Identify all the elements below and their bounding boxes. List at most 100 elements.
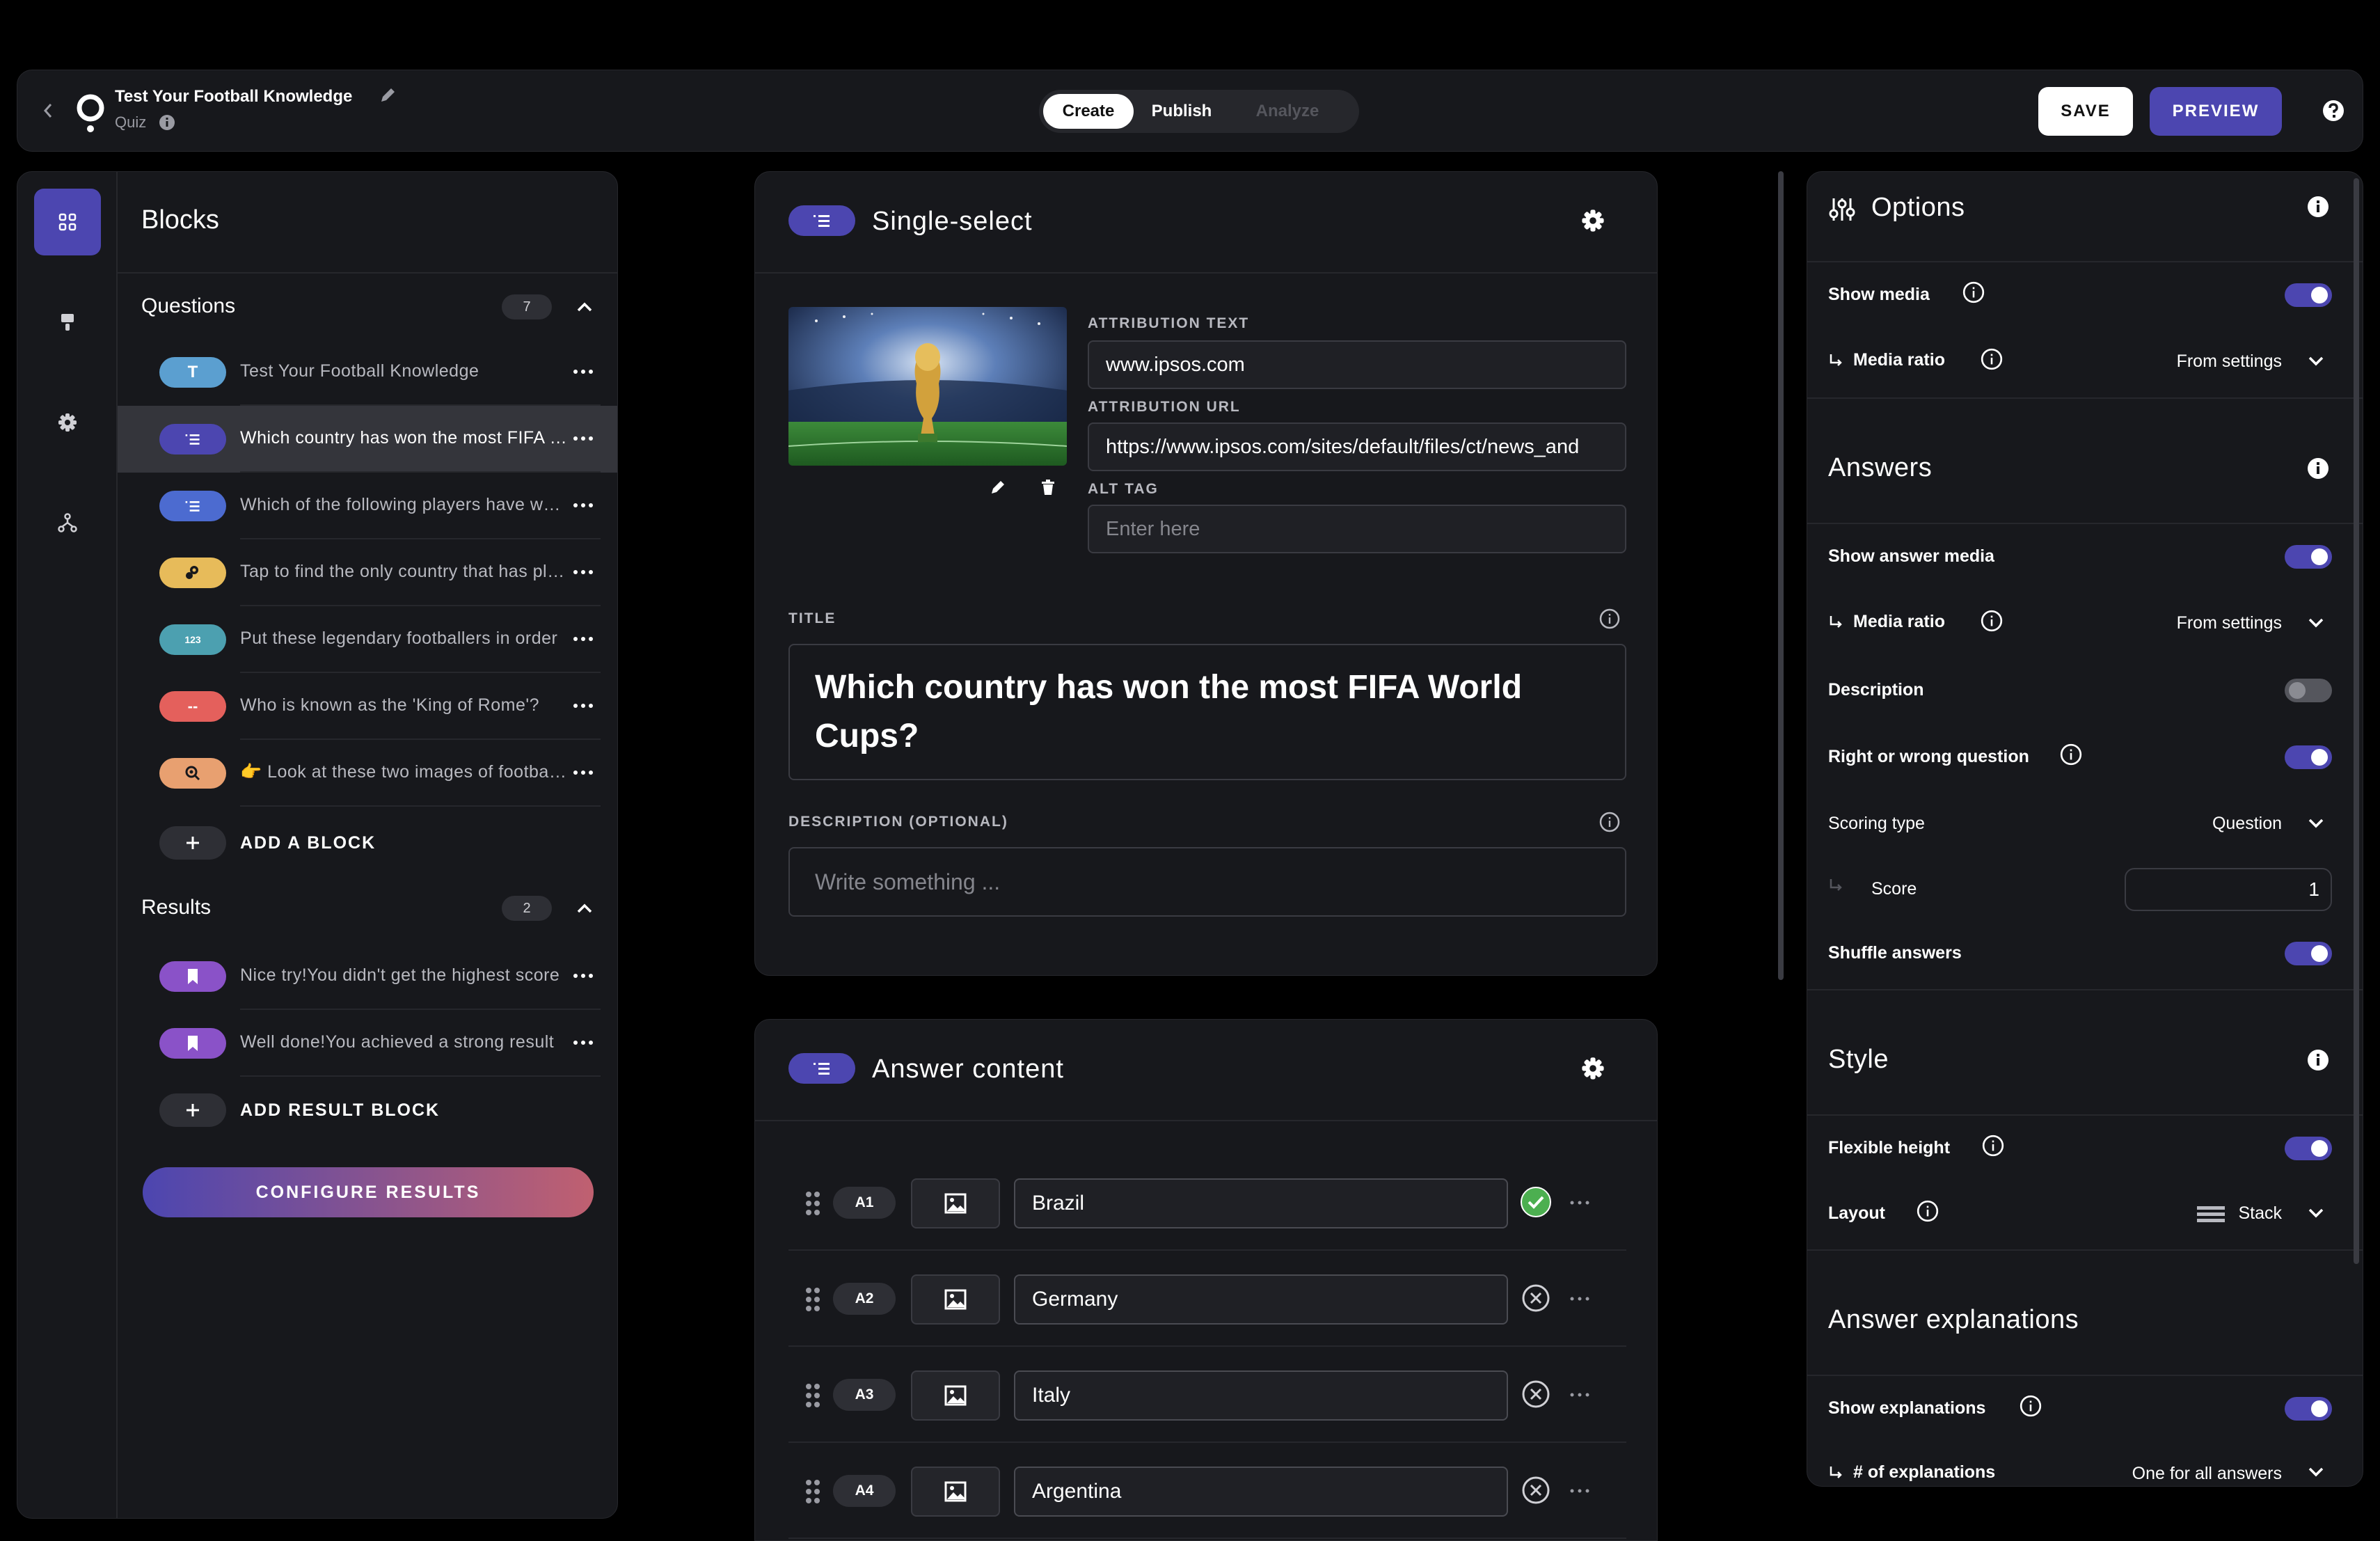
- delete-image-trash-icon[interactable]: [1039, 478, 1057, 500]
- preview-button[interactable]: PREVIEW: [2150, 87, 2282, 136]
- question-item[interactable]: 👉 Look at these two images of football s…: [118, 740, 617, 807]
- style-info-icon[interactable]: [2306, 1048, 2331, 1076]
- chevron-down-icon[interactable]: [2306, 1461, 2326, 1485]
- more-options-dots-icon[interactable]: [1568, 1479, 1592, 1506]
- design-brush-icon[interactable]: [34, 289, 101, 356]
- num-explanations-select[interactable]: One for all answers: [2132, 1464, 2282, 1484]
- more-options-dots-icon[interactable]: [571, 964, 595, 991]
- show-media-info-icon[interactable]: [1962, 280, 1985, 308]
- title-info-icon[interactable]: [1598, 608, 1621, 633]
- layout-select[interactable]: Stack: [2238, 1203, 2282, 1224]
- question-item[interactable]: 123 Put these legendary footballers in or…: [118, 606, 617, 673]
- help-icon[interactable]: [2321, 98, 2346, 123]
- chevron-down-icon[interactable]: [2306, 350, 2326, 374]
- question-item[interactable]: -- Who is known as the 'King of Rome'?: [118, 673, 617, 740]
- save-button[interactable]: SAVE: [2038, 87, 2133, 136]
- right-wrong-info-icon[interactable]: [2059, 743, 2083, 770]
- media-ratio-info-icon[interactable]: [1980, 347, 2004, 374]
- settings-gear-icon[interactable]: [34, 389, 101, 456]
- drag-handle-icon[interactable]: [805, 1479, 820, 1508]
- scoring-type-select[interactable]: Question: [2212, 814, 2282, 834]
- result-item[interactable]: Well done!You achieved a strong result: [118, 1010, 617, 1077]
- edit-image-pencil-icon[interactable]: [989, 478, 1007, 500]
- answer-image-icon[interactable]: [911, 1274, 1000, 1325]
- shuffle-toggle[interactable]: [2285, 942, 2332, 965]
- attribution-text-input[interactable]: www.ipsos.com: [1088, 340, 1626, 389]
- add-result-icon[interactable]: [159, 1093, 226, 1127]
- answers-info-icon[interactable]: [2306, 456, 2331, 484]
- right-wrong-toggle[interactable]: [2285, 745, 2332, 769]
- more-options-dots-icon[interactable]: [1568, 1383, 1592, 1410]
- info-icon[interactable]: [158, 113, 176, 132]
- mode-publish-tab[interactable]: Publish: [1143, 94, 1220, 129]
- more-options-dots-icon[interactable]: [571, 427, 595, 454]
- more-options-dots-icon[interactable]: [571, 761, 595, 788]
- drag-handle-icon[interactable]: [805, 1287, 820, 1315]
- description-input[interactable]: Write something ...: [788, 847, 1626, 917]
- show-answer-media-toggle[interactable]: [2285, 545, 2332, 569]
- more-options-dots-icon[interactable]: [571, 1031, 595, 1058]
- flow-branch-icon[interactable]: [34, 489, 101, 556]
- answer-image-icon[interactable]: [911, 1370, 1000, 1421]
- chevron-down-icon[interactable]: [2306, 612, 2326, 636]
- configure-results-button[interactable]: CONFIGURE RESULTS: [143, 1167, 594, 1217]
- attribution-url-input[interactable]: https://www.ipsos.com/sites/default/file…: [1088, 422, 1626, 471]
- answer-image-icon[interactable]: [911, 1467, 1000, 1517]
- answer-text-input[interactable]: Argentina: [1014, 1467, 1508, 1517]
- add-result-button[interactable]: ADD RESULT BLOCK: [240, 1100, 440, 1121]
- question-item[interactable]: Which country has won the most FIFA Worl…: [118, 406, 617, 473]
- add-block-icon[interactable]: [159, 826, 226, 860]
- show-media-toggle[interactable]: [2285, 283, 2332, 307]
- media-ratio-2-info-icon[interactable]: [1980, 609, 2004, 636]
- correct-check-icon[interactable]: [1519, 1185, 1553, 1222]
- more-options-dots-icon[interactable]: [571, 694, 595, 721]
- question-title-input[interactable]: Which country has won the most FIFA Worl…: [788, 644, 1626, 780]
- more-options-dots-icon[interactable]: [571, 493, 595, 521]
- media-ratio-select[interactable]: From settings: [2177, 351, 2282, 372]
- question-item[interactable]: Tap to find the only country that has pl…: [118, 539, 617, 606]
- drag-handle-icon[interactable]: [805, 1383, 820, 1412]
- question-item[interactable]: T Test Your Football Knowledge: [118, 339, 617, 406]
- more-options-dots-icon[interactable]: [571, 360, 595, 387]
- show-explanations-info-icon[interactable]: [2019, 1394, 2042, 1421]
- options-info-icon[interactable]: [2306, 194, 2331, 223]
- alt-tag-input[interactable]: Enter here: [1088, 505, 1626, 553]
- answer-settings-gear-icon[interactable]: [1580, 1056, 1605, 1084]
- result-item[interactable]: Nice try!You didn't get the highest scor…: [118, 943, 617, 1010]
- answer-text-input[interactable]: Germany: [1014, 1274, 1508, 1325]
- layout-info-icon[interactable]: [1916, 1199, 1939, 1226]
- score-input[interactable]: 1: [2125, 868, 2332, 911]
- question-item[interactable]: Which of the following players have won …: [118, 473, 617, 539]
- answer-text-input[interactable]: Brazil: [1014, 1178, 1508, 1228]
- more-options-dots-icon[interactable]: [1568, 1287, 1592, 1314]
- flexible-height-info-icon[interactable]: [1981, 1134, 2005, 1161]
- mode-analyze-tab[interactable]: Analyze: [1228, 94, 1347, 129]
- edit-title-pencil-icon[interactable]: [378, 86, 397, 105]
- answer-image-icon[interactable]: [911, 1178, 1000, 1228]
- block-settings-gear-icon[interactable]: [1580, 208, 1605, 237]
- answer-text-input[interactable]: Italy: [1014, 1370, 1508, 1421]
- blocks-grid-icon[interactable]: [34, 189, 101, 255]
- chevron-down-icon[interactable]: [2306, 812, 2326, 837]
- collapse-results-chevron-icon[interactable]: [574, 899, 595, 923]
- mode-create-tab[interactable]: Create: [1043, 94, 1134, 129]
- description-toggle[interactable]: [2285, 679, 2332, 702]
- description-info-icon[interactable]: [1598, 811, 1621, 837]
- more-options-dots-icon[interactable]: [571, 627, 595, 654]
- options-scrollbar[interactable]: [2354, 178, 2359, 1264]
- incorrect-x-icon[interactable]: [1519, 1281, 1553, 1318]
- more-options-dots-icon[interactable]: [571, 560, 595, 587]
- question-media-image[interactable]: [788, 307, 1067, 466]
- incorrect-x-icon[interactable]: [1519, 1377, 1553, 1414]
- chevron-down-icon[interactable]: [2306, 1202, 2326, 1226]
- incorrect-x-icon[interactable]: [1519, 1473, 1553, 1510]
- show-explanations-toggle[interactable]: [2285, 1397, 2332, 1421]
- drag-handle-icon[interactable]: [805, 1191, 820, 1219]
- back-chevron-icon[interactable]: [33, 95, 63, 126]
- media-ratio-2-select[interactable]: From settings: [2177, 613, 2282, 633]
- more-options-dots-icon[interactable]: [1568, 1191, 1592, 1218]
- editor-scrollbar[interactable]: [1778, 171, 1784, 980]
- flexible-height-toggle[interactable]: [2285, 1137, 2332, 1160]
- collapse-questions-chevron-icon[interactable]: [574, 297, 595, 322]
- add-block-button[interactable]: ADD A BLOCK: [240, 833, 376, 853]
